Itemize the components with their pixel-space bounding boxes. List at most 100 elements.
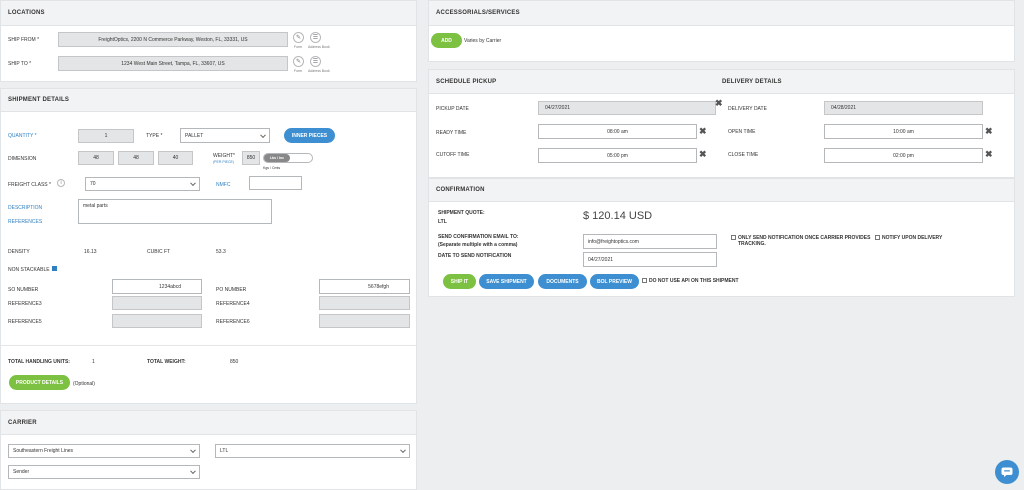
delivery-date-label: DELIVERY DATE [728, 106, 767, 112]
address-book-label: Address Book [308, 69, 330, 73]
ready-time-label: READY TIME [436, 130, 467, 136]
weight-unit-toggle-knob: Lbs / Inc [264, 154, 290, 162]
address-book-label: Address Book [308, 45, 330, 49]
weight-input[interactable]: 850 [242, 151, 260, 165]
party-select[interactable]: Sender [8, 465, 200, 479]
confirmation-panel: CONFIRMATION SHIPMENT QUOTE: LTL $ 120.1… [428, 178, 1015, 297]
shipment-quote-label: SHIPMENT QUOTE: [438, 210, 485, 216]
reference3-label: REFERENCE3 [8, 301, 42, 307]
accessorials-title: ACCESSORIALS/SERVICES [429, 1, 1014, 26]
add-accessorial-button[interactable]: ADD [431, 33, 462, 48]
pickup-date-label: PICKUP DATE [436, 106, 469, 112]
info-icon[interactable]: i [57, 179, 65, 187]
cubic-ft-label: CUBIC FT [147, 249, 171, 255]
cubic-ft-value: 53.3 [216, 249, 226, 255]
clear-icon[interactable]: ✖ [699, 127, 707, 136]
freight-class-value: 70 [90, 181, 96, 187]
bol-preview-button[interactable]: BOL PREVIEW [590, 274, 639, 289]
nmfc-input[interactable] [249, 176, 302, 190]
inner-pieces-button[interactable]: INNER PIECES [284, 128, 335, 143]
density-label: DENSITY [8, 249, 30, 255]
clear-icon[interactable]: ✖ [985, 150, 993, 159]
delivery-date-value: 04/28/2021 [831, 105, 857, 111]
notify-delivery-checkbox[interactable] [875, 235, 880, 240]
ship-to-label: SHIP TO * [8, 61, 32, 67]
type-select[interactable]: PALLET [180, 128, 270, 143]
shipment-quote-mode: LTL [438, 219, 447, 225]
ready-time-input[interactable]: 08:00 am [538, 124, 697, 139]
send-email-sub-label: (Separate multiple with a comma) [438, 242, 518, 248]
pickup-date-input[interactable]: 04/27/2021 [538, 101, 716, 115]
pickup-delivery-panel: SCHEDULE PICKUP DELIVERY DETAILS PICKUP … [428, 69, 1015, 178]
dimension-width-input[interactable]: 48 [118, 151, 154, 165]
chevron-down-icon [190, 468, 196, 475]
notification-date-input[interactable]: 04/27/2021 [583, 252, 717, 267]
pickup-date-value: 04/27/2021 [545, 105, 571, 111]
accessorials-panel: ACCESSORIALS/SERVICES ADD Varies by Carr… [428, 0, 1015, 62]
chat-widget-button[interactable] [995, 460, 1019, 484]
ship-to-input[interactable]: 1234 West Main Street, Tampa, FL, 33607,… [58, 56, 288, 71]
freight-class-select[interactable]: 70 [85, 177, 200, 191]
total-handling-units-label: TOTAL HANDLING UNITS: [8, 359, 70, 365]
shipment-details-title: SHIPMENT DETAILS [1, 89, 416, 112]
clear-icon[interactable]: ✖ [985, 127, 993, 136]
chat-icon [1001, 467, 1013, 477]
total-weight-value: 850 [230, 359, 239, 365]
mode-select[interactable]: LTL [215, 444, 410, 458]
references-link[interactable]: REFERENCES [8, 219, 42, 225]
date-to-send-label: DATE TO SEND NOTIFICATION [438, 253, 512, 259]
documents-button[interactable]: DOCUMENTS [538, 274, 587, 289]
description-textarea[interactable]: metal parts [78, 199, 272, 224]
save-shipment-button[interactable]: SAVE SHIPMENT [479, 274, 534, 289]
delivery-date-input[interactable]: 04/28/2021 [824, 101, 983, 115]
weight-label: WEIGHT* [213, 153, 235, 159]
locations-title: LOCATIONS [1, 1, 416, 26]
weight-per-piece-label: (PER PIECE) [213, 160, 235, 164]
ship-from-input[interactable]: FreightOptics, 2200 N Commerce Parkway, … [58, 32, 288, 47]
so-number-label: SO NUMBER [8, 287, 39, 293]
no-api-checkbox[interactable] [642, 278, 647, 283]
dimension-length-input[interactable]: 48 [78, 151, 114, 165]
weight-unit-toggle[interactable]: Lbs / Inc [263, 153, 313, 163]
so-number-input[interactable]: 1234abcd [112, 279, 202, 294]
address-book-icon[interactable]: ☰ [310, 32, 321, 43]
quantity-input[interactable]: 1 [78, 129, 134, 143]
carrier-select[interactable]: Southeastern Freight Lines [8, 444, 200, 458]
po-number-input[interactable]: 5678efgh [319, 279, 410, 294]
address-book-icon[interactable]: ☰ [310, 56, 321, 67]
confirmation-email-input[interactable]: info@freightoptics.com [583, 234, 717, 249]
non-stackable-checkbox[interactable] [52, 266, 57, 271]
reference4-label: REFERENCE4 [216, 301, 250, 307]
type-label: TYPE * [146, 133, 163, 139]
shipment-quote-value: $ 120.14 USD [583, 210, 653, 222]
mode-select-value: LTL [220, 448, 229, 454]
reference6-input[interactable] [319, 314, 410, 328]
open-time-input[interactable]: 10:00 am [824, 124, 983, 139]
product-details-button[interactable]: PRODUCT DETAILS [9, 375, 70, 390]
so-number-value: 1234abcd [159, 283, 181, 290]
only-send-tracking-checkbox[interactable] [731, 235, 736, 240]
notify-delivery-label: NOTIFY UPON DELIVERY [882, 235, 943, 241]
reference4-input[interactable] [319, 296, 410, 310]
clear-icon[interactable]: ✖ [699, 150, 707, 159]
no-api-label: DO NOT USE API ON THIS SHIPMENT [649, 278, 739, 284]
quantity-label: QUANTITY * [8, 133, 37, 139]
carrier-select-value: Southeastern Freight Lines [13, 448, 74, 454]
edit-form-icon[interactable]: ✎ [293, 56, 304, 67]
edit-form-icon[interactable]: ✎ [293, 32, 304, 43]
close-time-input[interactable]: 02:00 pm [824, 148, 983, 163]
clear-icon[interactable]: ✖ [715, 99, 723, 108]
only-send-tracking-label: ONLY SEND NOTIFICATION ONCE CARRIER PROV… [738, 235, 871, 247]
divider [1, 345, 416, 346]
freight-class-label: FREIGHT CLASS * [8, 182, 51, 188]
cutoff-time-input[interactable]: 05:00 pm [538, 148, 697, 163]
reference5-input[interactable] [112, 314, 202, 328]
reference3-input[interactable] [112, 296, 202, 310]
ship-it-button[interactable]: SHIP IT [443, 274, 476, 289]
nmfc-label: NMFC [216, 182, 231, 188]
reference5-label: REFERENCE5 [8, 319, 42, 325]
density-value: 16.13 [84, 249, 97, 255]
dimension-height-input[interactable]: 40 [158, 151, 193, 165]
po-number-value: 5678efgh [368, 283, 389, 290]
total-handling-units-value: 1 [92, 359, 95, 365]
